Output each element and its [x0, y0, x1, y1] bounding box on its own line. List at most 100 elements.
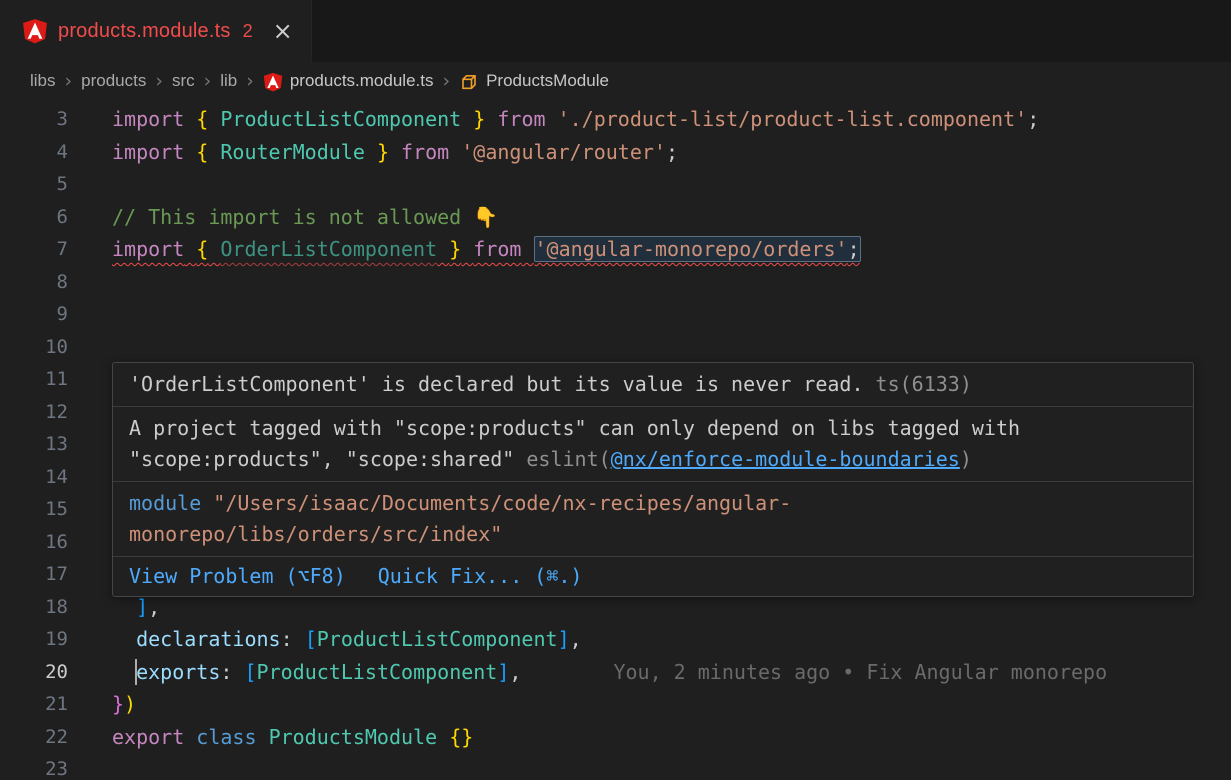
code-line[interactable]: 23: [0, 753, 1231, 780]
code-token: }: [473, 107, 485, 131]
breadcrumb-item-file[interactable]: products.module.ts: [290, 71, 434, 91]
code-token: declarations: [136, 627, 281, 651]
quick-fix-link[interactable]: Quick Fix... (⌘.): [378, 561, 583, 592]
code-token: ,: [148, 595, 160, 619]
code-token: {: [196, 140, 208, 164]
line-number: 19: [0, 623, 68, 656]
line-content: export class ProductsModule {}: [112, 721, 473, 754]
code-token: OrderListComponent: [220, 237, 437, 261]
symbol-class-icon: [459, 72, 479, 92]
code-token: [208, 237, 220, 261]
code-line[interactable]: 5: [0, 168, 1231, 201]
hover-message: 'OrderListComponent' is declared but its…: [113, 363, 1193, 407]
line-number: 11: [0, 363, 68, 396]
line-number: 13: [0, 428, 68, 461]
breadcrumb-item-symbol[interactable]: ProductsModule: [486, 71, 609, 91]
hover-status-bar: View Problem (⌥F8) Quick Fix... (⌘.): [113, 557, 1193, 596]
breadcrumb-item-src[interactable]: src: [172, 71, 195, 91]
line-number: 22: [0, 721, 68, 754]
code-token: [365, 140, 377, 164]
line-number: 12: [0, 396, 68, 429]
line-number: 9: [0, 298, 68, 331]
code-line[interactable]: 19 declarations: [ProductListComponent],: [0, 623, 1231, 656]
code-token: [184, 140, 196, 164]
hover-text: module: [129, 491, 201, 515]
line-number: 5: [0, 168, 68, 201]
hover-text: ts(6133): [864, 372, 972, 396]
error-squiggle: import { OrderListComponent } from '@ang…: [112, 236, 861, 262]
code-token: // This import is not allowed: [112, 205, 473, 229]
line-content: exports: [ProductListComponent],You, 2 m…: [112, 656, 1107, 689]
hover-text: "/Users/isaac/Documents/code/nx-recipes/…: [129, 491, 791, 546]
code-line[interactable]: 10: [0, 331, 1231, 364]
hover-text: ): [960, 447, 972, 471]
line-number: 20: [0, 656, 68, 689]
chevron-right-icon: ›: [65, 70, 73, 92]
line-number: 7: [0, 233, 68, 266]
code-token: [208, 107, 220, 131]
code-token: ;: [666, 140, 678, 164]
text-cursor: [135, 659, 137, 685]
code-token: [184, 725, 196, 749]
code-token: [437, 725, 449, 749]
tab-title: products.module.ts: [58, 20, 231, 43]
code-line[interactable]: 8: [0, 266, 1231, 299]
code-token: '@angular/router': [461, 140, 666, 164]
code-token: '@angular-monorepo/orders': [535, 237, 848, 261]
code-token: exports: [136, 660, 220, 684]
line-number: 6: [0, 201, 68, 234]
line-content: // This import is not allowed 👇: [112, 201, 498, 234]
code-token: [521, 237, 533, 261]
code-token: from: [473, 237, 521, 261]
code-token: [184, 237, 196, 261]
code-line[interactable]: 22 export class ProductsModule {}: [0, 721, 1231, 754]
code-token: from: [497, 107, 545, 131]
breadcrumb: libs › products › src › lib › products.m…: [0, 62, 1231, 100]
line-content: }): [112, 688, 136, 721]
code-token: [112, 660, 136, 684]
rule-link[interactable]: @nx/enforce-module-boundaries: [611, 447, 960, 471]
code-token: ,: [509, 660, 521, 684]
code-token: [: [305, 627, 317, 651]
code-token: import: [112, 237, 184, 261]
breadcrumb-item-products[interactable]: products: [81, 71, 146, 91]
code-token: './product-list/product-list.component': [558, 107, 1028, 131]
code-token: [184, 107, 196, 131]
code-token: [437, 237, 449, 261]
tab-products-module[interactable]: products.module.ts 2 ×: [0, 0, 312, 62]
code-line[interactable]: 20 exports: [ProductListComponent],You, …: [0, 656, 1231, 689]
tab-problem-count: 2: [243, 21, 253, 42]
hover-text: eslint(: [526, 447, 610, 471]
line-number: 21: [0, 688, 68, 721]
hover-rows: 'OrderListComponent' is declared but its…: [113, 363, 1193, 557]
code-line[interactable]: 7 import { OrderListComponent } from '@an…: [0, 233, 1231, 266]
breadcrumb-item-libs[interactable]: libs: [30, 71, 56, 91]
code-line[interactable]: 3import { ProductListComponent } from '.…: [0, 103, 1231, 136]
code-token: [461, 107, 473, 131]
code-token: [293, 627, 305, 651]
line-number: 23: [0, 753, 68, 780]
code-token: from: [401, 140, 449, 164]
code-line[interactable]: 9: [0, 298, 1231, 331]
close-icon[interactable]: ×: [273, 19, 293, 43]
line-number: 15: [0, 493, 68, 526]
code-token: [208, 140, 220, 164]
code-line[interactable]: 4import { RouterModule } from '@angular/…: [0, 136, 1231, 169]
line-number: 18: [0, 591, 68, 624]
code-line[interactable]: 21}): [0, 688, 1231, 721]
code-token: ProductsModule: [269, 725, 438, 749]
view-problem-link[interactable]: View Problem (⌥F8): [129, 561, 346, 592]
code-line[interactable]: 6 // This import is not allowed 👇: [0, 201, 1231, 234]
code-editor[interactable]: 3import { ProductListComponent } from '.…: [0, 100, 1231, 780]
angular-icon: [22, 18, 48, 44]
line-content: import { OrderListComponent } from '@ang…: [112, 233, 861, 266]
code-token: class: [196, 725, 256, 749]
code-token: [: [244, 660, 256, 684]
line-number: 17: [0, 558, 68, 591]
code-token: ProductListComponent: [317, 627, 558, 651]
code-token: ): [124, 692, 136, 716]
hover-text: [201, 491, 213, 515]
angular-icon: [263, 72, 283, 92]
code-token: }: [449, 237, 461, 261]
breadcrumb-item-lib[interactable]: lib: [220, 71, 237, 91]
